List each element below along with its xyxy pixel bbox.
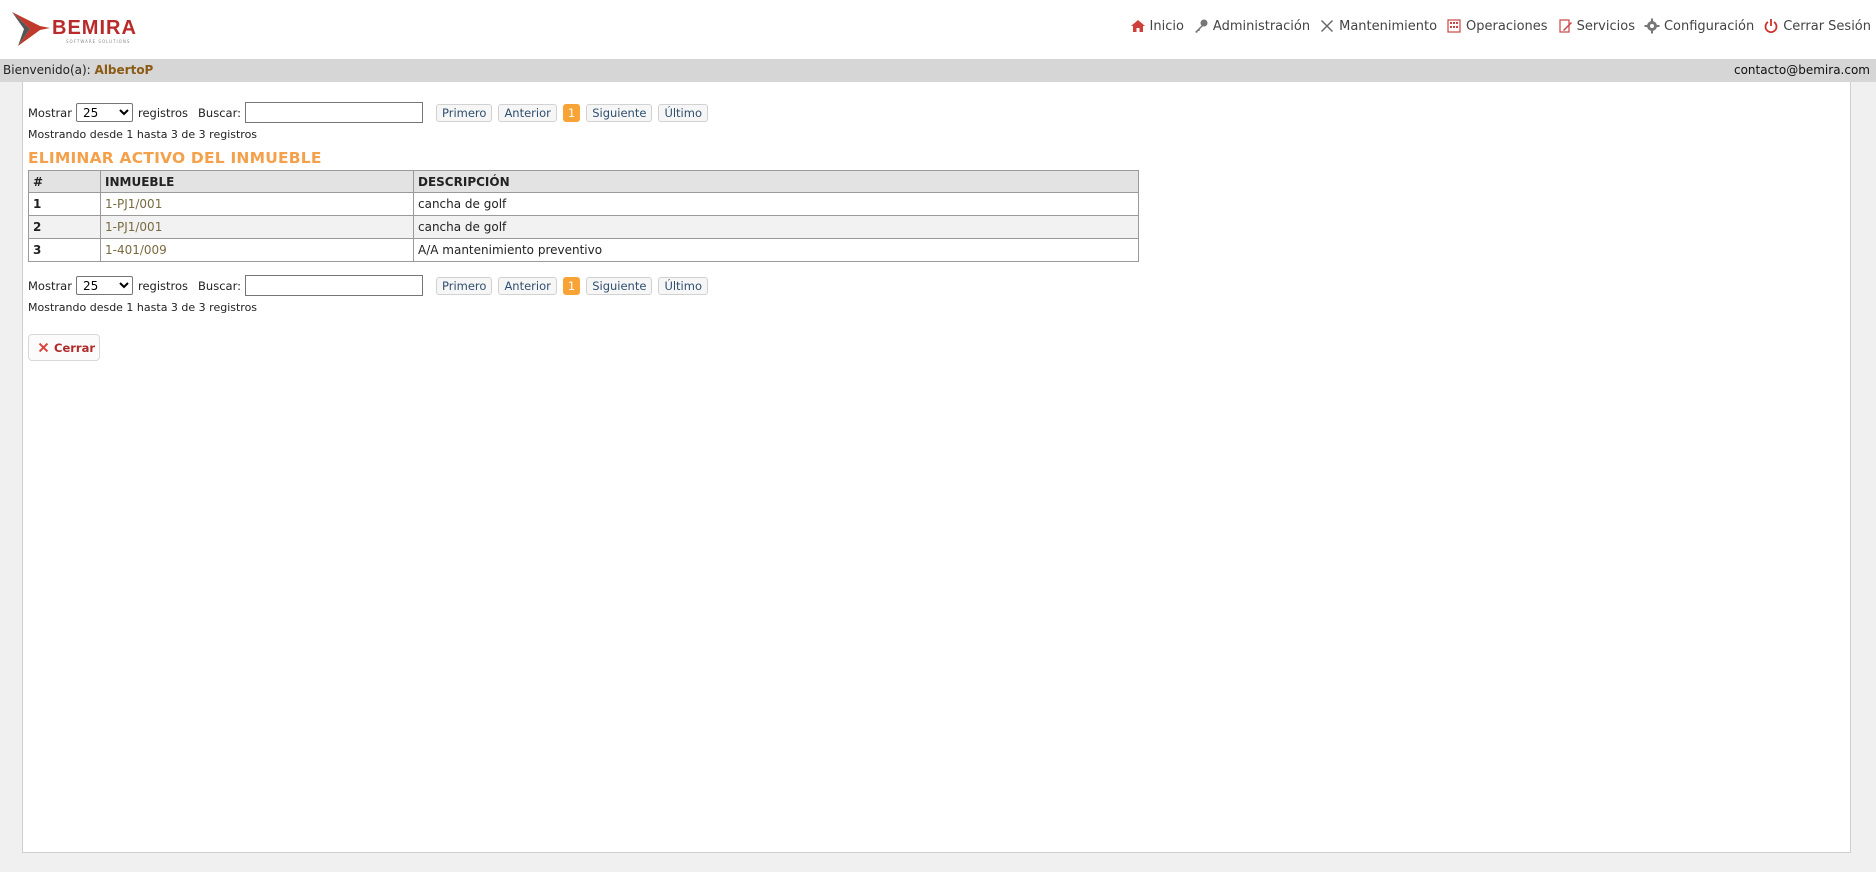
cell-num: 1 [28, 192, 101, 216]
search-input[interactable] [244, 102, 423, 123]
cell-descripcion: A/A mantenimiento preventivo [413, 238, 1139, 262]
table-row[interactable]: 3 1-401/009 A/A mantenimiento preventivo [28, 238, 1139, 262]
pagination: Primero Anterior 1 Siguiente Último [435, 103, 714, 122]
pager-prev-button[interactable]: Anterior [498, 103, 557, 122]
welcome-prefix: Bienvenido(a): [3, 63, 91, 77]
table-row[interactable]: 2 1-PJ1/001 cancha de golf [28, 215, 1139, 239]
nav-label: Configuración [1663, 18, 1755, 34]
cell-inmueble-link[interactable]: 1-PJ1/001 [100, 192, 414, 216]
logo-tagline: SOFTWARE SOLUTIONS [66, 39, 131, 44]
pager-prev-button[interactable]: Anterior [498, 276, 557, 295]
cell-descripcion: cancha de golf [413, 215, 1139, 239]
calculator-icon [1447, 19, 1461, 33]
col-header-descripcion[interactable]: DESCRIPCIÓN [413, 170, 1139, 193]
page-size-select[interactable]: 10 25 50 100 [75, 276, 133, 295]
show-label: Mostrar [28, 105, 72, 120]
nav-item-inicio[interactable]: Inicio [1130, 18, 1184, 34]
main-content: Mostrar 10 25 50 100 registros Buscar: P… [22, 82, 1851, 853]
records-label: registros [137, 278, 189, 293]
home-icon [1130, 20, 1145, 32]
nav-item-operaciones[interactable]: Operaciones [1446, 18, 1548, 34]
nav-item-mantenimiento[interactable]: Mantenimiento [1319, 18, 1437, 34]
page-title: ELIMINAR ACTIVO DEL INMUEBLE [28, 149, 322, 167]
tools-icon [1321, 20, 1334, 32]
pager-page-1[interactable]: 1 [562, 103, 581, 122]
pager-page-1[interactable]: 1 [562, 276, 581, 295]
pager-first-button[interactable]: Primero [435, 103, 493, 122]
records-info-bottom: Mostrando desde 1 hasta 3 de 3 registros [28, 301, 258, 314]
nav-label: Mantenimiento [1339, 18, 1438, 34]
nav-label: Cerrar Sesión [1783, 18, 1871, 34]
records-info-top: Mostrando desde 1 hasta 3 de 3 registros [28, 128, 258, 141]
nav-item-cerrar-sesion[interactable]: Cerrar Sesión [1763, 18, 1871, 34]
nav-item-servicios[interactable]: Servicios [1557, 18, 1635, 34]
col-header-inmueble[interactable]: INMUEBLE [100, 170, 414, 193]
col-header-num[interactable]: # [28, 170, 101, 193]
nav-label: Inicio [1149, 18, 1184, 34]
table-controls-bottom: Mostrar 10 25 50 100 registros Buscar: P… [28, 275, 714, 296]
pager-next-button[interactable]: Siguiente [586, 276, 653, 295]
pagination: Primero Anterior 1 Siguiente Último [435, 276, 714, 295]
nav-item-administracion[interactable]: Administración [1193, 18, 1310, 34]
pager-last-button[interactable]: Último [658, 103, 708, 122]
table-row[interactable]: 1 1-PJ1/001 cancha de golf [28, 192, 1139, 216]
nav-label: Administración [1212, 18, 1311, 34]
search-label: Buscar: [198, 105, 241, 120]
table-controls-top: Mostrar 10 25 50 100 registros Buscar: P… [28, 102, 714, 123]
nav-item-configuracion[interactable]: Configuración [1644, 18, 1754, 34]
username: AlbertoP [94, 63, 154, 77]
gear-icon [1644, 18, 1660, 34]
pager-last-button[interactable]: Último [658, 276, 708, 295]
search-label: Buscar: [198, 278, 241, 293]
records-label: registros [137, 105, 189, 120]
main-nav: Inicio Administración Mantenimiento Oper… [1121, 18, 1871, 34]
pager-first-button[interactable]: Primero [435, 276, 493, 295]
search-input[interactable] [244, 275, 423, 296]
nav-label: Servicios [1576, 18, 1635, 34]
pager-next-button[interactable]: Siguiente [586, 103, 653, 122]
welcome-message: Bienvenido(a): AlbertoP [3, 59, 153, 82]
power-icon [1764, 19, 1778, 33]
close-label: Cerrar [54, 340, 96, 355]
cell-inmueble-link[interactable]: 1-401/009 [100, 238, 414, 262]
table-header-row: # INMUEBLE DESCRIPCIÓN [28, 170, 1139, 193]
cell-num: 3 [28, 238, 101, 262]
document-edit-icon [1558, 19, 1572, 33]
logo-text: BEMIRA [52, 17, 137, 39]
close-x-icon [38, 342, 49, 353]
app-header: BEMIRA SOFTWARE SOLUTIONS Inicio Adminis… [0, 0, 1876, 59]
cell-inmueble-link[interactable]: 1-PJ1/001 [100, 215, 414, 239]
cell-descripcion: cancha de golf [413, 192, 1139, 216]
cell-num: 2 [28, 215, 101, 239]
key-icon [1194, 19, 1208, 33]
close-button[interactable]: Cerrar [28, 334, 100, 361]
nav-label: Operaciones [1466, 18, 1548, 34]
page-size-select[interactable]: 10 25 50 100 [75, 103, 133, 122]
assets-table: # INMUEBLE DESCRIPCIÓN 1 1-PJ1/001 canch… [28, 170, 1139, 262]
bemira-logo[interactable]: BEMIRA SOFTWARE SOLUTIONS [10, 8, 140, 50]
contact-email: contacto@bemira.com [1733, 63, 1870, 77]
show-label: Mostrar [28, 278, 72, 293]
logo-mark-icon [12, 12, 50, 46]
welcome-bar: Bienvenido(a): AlbertoP contacto@bemira.… [0, 59, 1876, 82]
